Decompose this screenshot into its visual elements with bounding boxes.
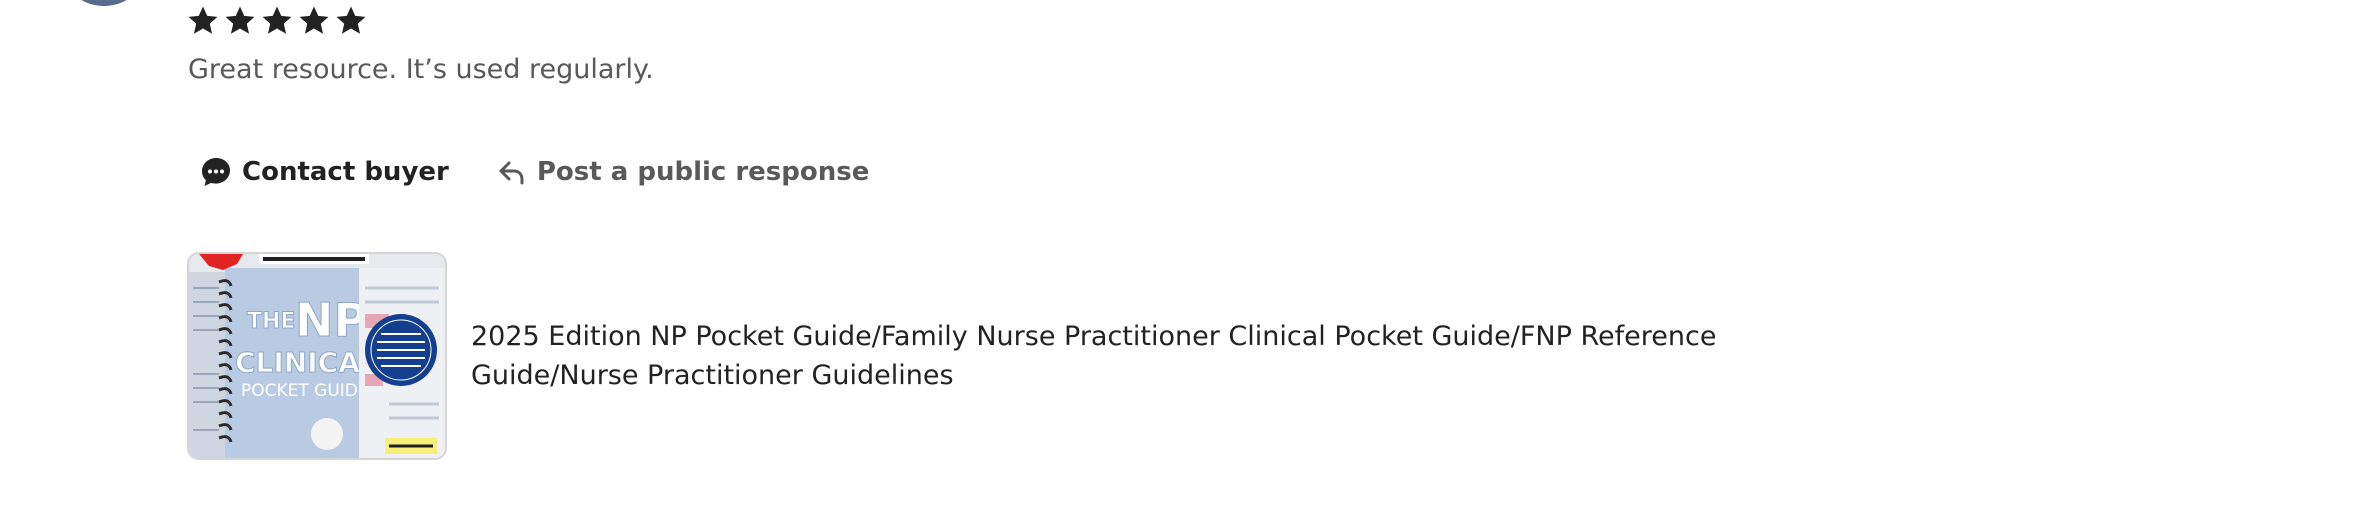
star-rating [186,4,368,38]
avatar[interactable] [58,0,150,6]
listing-title[interactable]: 2025 Edition NP Pocket Guide/Family Nurs… [471,317,1771,395]
listing-link[interactable]: THE NP CLINICAL POCKET GUIDE 2025 Editio… [187,252,1771,460]
star-icon [299,6,329,34]
svg-text:POCKET GUIDE: POCKET GUIDE [241,381,369,401]
post-public-response-label: Post a public response [536,157,870,187]
product-cover-image: THE NP CLINICAL POCKET GUIDE [189,254,445,458]
svg-text:THE: THE [247,309,295,334]
review-actions: Contact buyer Post a public response [200,156,869,188]
chat-bubble-icon [202,158,230,186]
star-icon [262,6,292,34]
star-icon [188,6,218,34]
reply-arrow-icon [499,161,524,185]
star-icon [225,6,255,34]
review-text: Great resource. It’s used regularly. [188,54,654,85]
star-icon [336,6,366,34]
review-card: Great resource. It’s used regularly. Con… [0,0,2368,510]
contact-buyer-label: Contact buyer [242,157,449,187]
listing-thumbnail[interactable]: THE NP CLINICAL POCKET GUIDE [187,252,447,460]
post-public-response-button[interactable]: Post a public response [497,157,870,187]
contact-buyer-button[interactable]: Contact buyer [200,156,449,188]
svg-text:NP: NP [295,293,367,347]
svg-text:CLINICAL: CLINICAL [235,346,378,379]
